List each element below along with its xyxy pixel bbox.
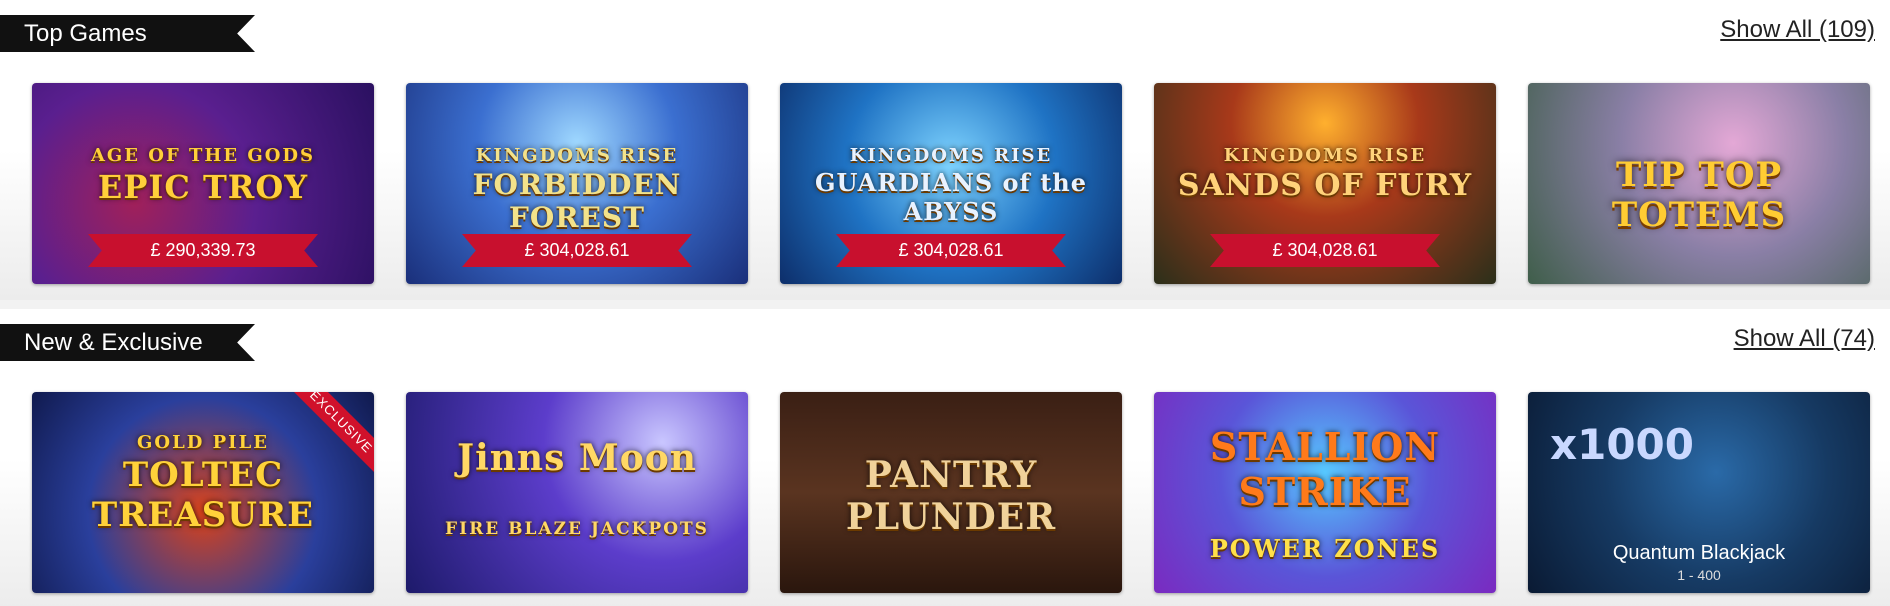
jackpot-banner: £ 290,339.73 bbox=[88, 234, 318, 267]
game-tile-guardians-abyss[interactable]: KINGDOMS RISE GUARDIANS of the ABYSS £ 3… bbox=[780, 83, 1122, 284]
game-name: PANTRY PLUNDER bbox=[845, 454, 1057, 538]
game-title: AGE OF THE GODS EPIC TROY bbox=[32, 145, 374, 206]
game-name: GUARDIANS of the ABYSS bbox=[814, 168, 1088, 226]
game-tile-pantry-plunder[interactable]: PANTRY PLUNDER bbox=[780, 392, 1122, 593]
jackpot-banner: £ 304,028.61 bbox=[462, 234, 692, 267]
game-tile-forbidden-forest[interactable]: KINGDOMS RISE FORBIDDEN FOREST £ 304,028… bbox=[406, 83, 748, 284]
multiplier-label: x1000 bbox=[1550, 420, 1694, 469]
jackpot-banner: £ 304,028.61 bbox=[836, 234, 1066, 267]
game-subtitle: KINGDOMS RISE bbox=[849, 145, 1053, 166]
new-exclusive-row: GOLD PILE TOLTEC TREASURE EXCLUSIVE Jinn… bbox=[32, 392, 1870, 593]
game-name: FORBIDDEN FOREST bbox=[472, 168, 682, 234]
section-title-top-games: Top Games bbox=[0, 15, 255, 52]
game-name: SANDS OF FURY bbox=[1177, 168, 1473, 203]
game-subtitle: FIRE BLAZE JACKPOTS bbox=[445, 519, 709, 539]
table-limits: 1 - 400 bbox=[1677, 567, 1721, 583]
game-tile-sands-of-fury[interactable]: KINGDOMS RISE SANDS OF FURY £ 304,028.61 bbox=[1154, 83, 1496, 284]
game-title: PANTRY PLUNDER bbox=[780, 452, 1122, 538]
game-name: TOLTEC TREASURE bbox=[91, 455, 315, 535]
show-all-new-exclusive-link[interactable]: Show All (74) bbox=[1734, 325, 1875, 353]
game-title: KINGDOMS RISE FORBIDDEN FOREST bbox=[406, 145, 748, 234]
live-table-name: Quantum Blackjack bbox=[1612, 542, 1786, 564]
game-tile-toltec-treasure[interactable]: GOLD PILE TOLTEC TREASURE EXCLUSIVE bbox=[32, 392, 374, 593]
jackpot-banner: £ 304,028.61 bbox=[1210, 234, 1440, 267]
game-subtitle: AGE OF THE GODS bbox=[90, 145, 316, 166]
section-title-new-exclusive: New & Exclusive bbox=[0, 324, 255, 361]
game-tile-quantum-blackjack[interactable]: x1000 Quantum Blackjack 1 - 400 bbox=[1528, 392, 1870, 593]
game-tile-stallion-strike[interactable]: STALLION STRIKE POWER ZONES bbox=[1154, 392, 1496, 593]
game-title: GOLD PILE TOLTEC TREASURE bbox=[32, 432, 374, 535]
game-subtitle: KINGDOMS RISE bbox=[475, 145, 679, 166]
game-tile-tip-top-totems[interactable]: TIP TOP TOTEMS bbox=[1528, 83, 1870, 284]
game-subtitle: GOLD PILE bbox=[137, 432, 269, 453]
game-name: TIP TOP TOTEMS bbox=[1611, 155, 1787, 235]
game-tile-jinns-moon[interactable]: Jinns Moon FIRE BLAZE JACKPOTS bbox=[406, 392, 748, 593]
game-title: KINGDOMS RISE SANDS OF FURY bbox=[1154, 145, 1496, 203]
show-all-top-games-link[interactable]: Show All (109) bbox=[1720, 16, 1875, 44]
new-exclusive-section: New & Exclusive Show All (74) GOLD PILE … bbox=[0, 309, 1890, 606]
game-title: KINGDOMS RISE GUARDIANS of the ABYSS bbox=[780, 145, 1122, 226]
game-subtitle: POWER ZONES bbox=[1209, 534, 1441, 563]
game-subtitle: KINGDOMS RISE bbox=[1223, 145, 1427, 166]
top-games-row: AGE OF THE GODS EPIC TROY £ 290,339.73 K… bbox=[32, 83, 1870, 284]
game-name: Jinns Moon bbox=[457, 437, 697, 479]
game-title: STALLION STRIKE POWER ZONES bbox=[1154, 424, 1496, 565]
game-tile-epic-troy[interactable]: AGE OF THE GODS EPIC TROY £ 290,339.73 bbox=[32, 83, 374, 284]
top-games-section: Top Games Show All (109) AGE OF THE GODS… bbox=[0, 0, 1890, 300]
game-title: Jinns Moon FIRE BLAZE JACKPOTS bbox=[406, 437, 748, 541]
game-title: TIP TOP TOTEMS bbox=[1528, 153, 1870, 235]
game-name: STALLION STRIKE bbox=[1209, 424, 1441, 514]
game-name: EPIC TROY bbox=[97, 168, 309, 206]
